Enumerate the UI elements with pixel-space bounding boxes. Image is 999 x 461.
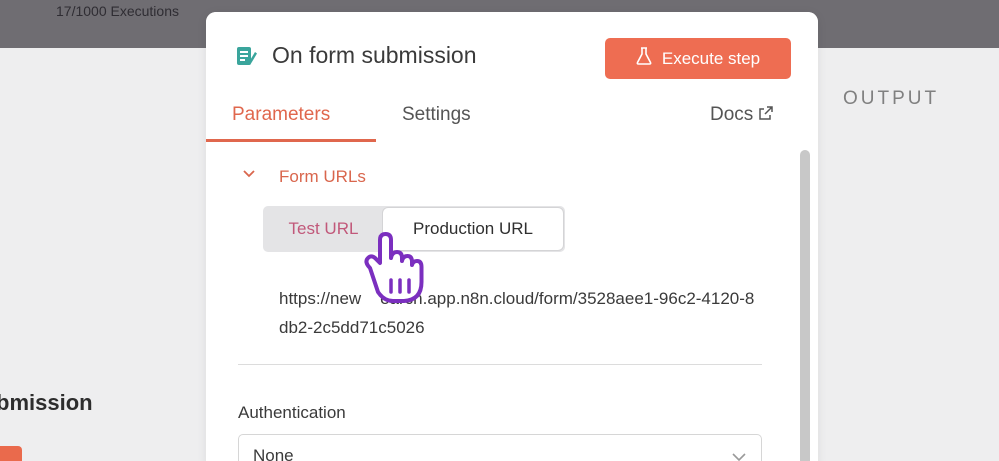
authentication-value: None (253, 446, 294, 461)
docs-link[interactable]: Docs (710, 104, 774, 126)
execute-step-button[interactable]: Execute step (605, 38, 791, 79)
external-link-icon (759, 104, 774, 126)
authentication-select[interactable]: None (238, 434, 762, 461)
flask-icon (636, 47, 652, 70)
chevron-down-icon (731, 449, 747, 461)
chevron-down-icon[interactable] (242, 167, 256, 181)
tab-settings[interactable]: Settings (402, 104, 471, 126)
background-node-title: bmission (0, 390, 93, 415)
panel-header: On form submission Execute step Paramete… (206, 12, 818, 142)
tab-parameters[interactable]: Parameters (232, 104, 330, 126)
parameters-body: Form URLs Test URL Production URL https:… (206, 142, 818, 461)
panel-title: On form submission (272, 42, 477, 68)
hand-pointer-icon (356, 232, 432, 304)
form-urls-section-label[interactable]: Form URLs (279, 167, 366, 187)
execute-step-label: Execute step (661, 48, 761, 68)
background-orange-button[interactable] (0, 446, 22, 461)
form-icon (234, 44, 258, 68)
panel-scrollbar[interactable] (800, 150, 810, 461)
output-label: OUTPUT (843, 88, 940, 109)
authentication-label: Authentication (238, 403, 346, 422)
form-url-text[interactable]: https://new earch.app.n8n.cloud/form/352… (279, 284, 759, 342)
docs-label: Docs (710, 104, 754, 125)
executions-counter: 17/1000 Executions (56, 3, 179, 19)
node-details-panel: On form submission Execute step Paramete… (206, 12, 818, 461)
section-divider (238, 364, 762, 365)
scrollbar-thumb[interactable] (800, 150, 810, 461)
